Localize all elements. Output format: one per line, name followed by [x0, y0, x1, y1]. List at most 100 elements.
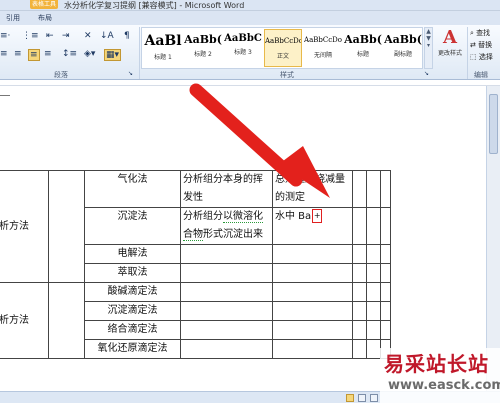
style-subtitle[interactable]: AaBb( 副标题 — [384, 29, 422, 67]
category-cell[interactable]: 析方法 — [0, 282, 49, 359]
table-cell[interactable] — [380, 207, 391, 245]
change-styles-button[interactable]: A 更改样式 — [435, 27, 465, 57]
note-cell[interactable] — [272, 263, 353, 283]
increase-indent-icon[interactable]: ⇥ — [62, 31, 70, 41]
principle-cell[interactable] — [180, 339, 273, 359]
table-cell[interactable] — [366, 263, 381, 283]
ribbon-tabs: 引用 布局 — [0, 11, 500, 25]
table-cell[interactable] — [380, 170, 391, 208]
table-cell[interactable] — [48, 170, 85, 283]
table-cell[interactable] — [366, 170, 381, 208]
note-cell[interactable]: 水中 Ba + — [272, 207, 353, 245]
method-cell[interactable]: 沉淀滴定法 — [84, 301, 181, 321]
show-marks-icon[interactable]: ¶ — [124, 31, 130, 41]
table-row: 析方法 酸碱滴定法 — [0, 282, 391, 359]
distributed-icon[interactable]: ≡ — [44, 49, 52, 59]
table-cell[interactable] — [352, 207, 367, 245]
note-cell[interactable] — [272, 282, 353, 302]
note-cell[interactable] — [272, 301, 353, 321]
watermark: 易采站长站 www.easck.com — [380, 348, 500, 403]
table-cell[interactable] — [48, 282, 85, 359]
table-cell[interactable] — [380, 301, 391, 321]
table-cell[interactable] — [352, 301, 367, 321]
table-cell[interactable] — [380, 244, 391, 264]
method-cell[interactable]: 电解法 — [84, 244, 181, 264]
sort-icon[interactable]: ↓A — [100, 31, 114, 41]
style-heading-3[interactable]: AaBbC 标题 3 — [224, 29, 262, 67]
table-cell[interactable] — [366, 207, 381, 245]
numbering-icon[interactable]: ⋮≡ — [22, 31, 39, 41]
print-layout-view-icon[interactable] — [346, 394, 354, 402]
select-icon: ⬚ — [470, 53, 477, 61]
method-cell[interactable]: 沉淀法 — [84, 207, 181, 245]
table-cell[interactable] — [352, 244, 367, 264]
principle-cell[interactable] — [180, 263, 273, 283]
principle-cell[interactable]: 分析组分本身的挥发性 — [180, 170, 273, 208]
method-cell[interactable]: 气化法 — [84, 170, 181, 208]
gallery-up-icon[interactable]: ▲ — [425, 28, 432, 35]
shading-icon[interactable]: ◈▾ — [84, 49, 95, 59]
method-cell[interactable]: 氧化还原滴定法 — [84, 339, 181, 359]
style-heading-2[interactable]: AaBb( 标题 2 — [184, 29, 222, 67]
note-cell[interactable] — [272, 244, 353, 264]
principle-cell[interactable] — [180, 301, 273, 321]
table-cell[interactable] — [352, 170, 367, 208]
table-cell[interactable] — [366, 301, 381, 321]
note-cell[interactable]: 总残渣灼烧减量的测定 — [272, 170, 353, 208]
tab-layout[interactable]: 布局 — [38, 13, 52, 23]
method-cell[interactable]: 酸碱滴定法 — [84, 282, 181, 302]
style-name: 副标题 — [393, 51, 412, 58]
table-cell[interactable] — [380, 282, 391, 302]
table-cell[interactable] — [366, 339, 381, 359]
category-cell[interactable]: 析方法 — [0, 170, 49, 283]
paragraph-dialog-launcher-icon[interactable]: ↘ — [128, 69, 133, 79]
gallery-down-icon[interactable]: ▼ — [425, 35, 432, 42]
full-screen-view-icon[interactable] — [358, 394, 366, 402]
select-button[interactable]: ⬚ 选择 — [470, 52, 493, 62]
table-cell[interactable] — [352, 320, 367, 340]
style-sample: AaBbC — [224, 33, 262, 44]
align-left-icon[interactable]: ≡ — [0, 49, 8, 59]
style-normal[interactable]: AaBbCcDo 正文 — [264, 29, 302, 67]
table-cell[interactable] — [352, 282, 367, 302]
style-name: 标题 1 — [154, 54, 172, 61]
bullets-icon[interactable]: ≡· — [0, 31, 10, 41]
table-cell[interactable] — [352, 263, 367, 283]
style-title[interactable]: AaBb( 标题 — [344, 29, 382, 67]
web-layout-view-icon[interactable] — [370, 394, 378, 402]
vertical-scrollbar[interactable] — [486, 86, 500, 391]
line-spacing-icon[interactable]: ↕≡ — [62, 49, 77, 59]
decrease-indent-icon[interactable]: ⇤ — [46, 31, 54, 41]
table-cell[interactable] — [380, 263, 391, 283]
note-text: 水中 Ba — [275, 211, 312, 222]
principle-cell[interactable] — [180, 320, 273, 340]
style-name: 无间隔 — [313, 52, 332, 59]
styles-dialog-launcher-icon[interactable]: ↘ — [424, 69, 429, 79]
align-center-icon[interactable]: ≡ — [14, 49, 22, 59]
table-cell[interactable] — [352, 339, 367, 359]
principle-cell[interactable] — [180, 282, 273, 302]
ribbon: ≡· ⋮≡ ⇤ ⇥ ✕ ↓A ¶ ≡ ≡ ≡ ≡ ↕≡ ◈▾ ▦▾ 段落 ↘ A… — [0, 25, 500, 80]
tab-references[interactable]: 引用 — [6, 13, 20, 23]
principle-cell[interactable]: 分析组分以微溶化合物形式沉淀出来 — [180, 207, 273, 245]
justify-icon[interactable]: ≡ — [28, 49, 40, 61]
method-cell[interactable]: 萃取法 — [84, 263, 181, 283]
principle-cell[interactable] — [180, 244, 273, 264]
method-cell[interactable]: 络合滴定法 — [84, 320, 181, 340]
table-tools-tab[interactable]: 表格工具 — [30, 0, 58, 9]
note-cell[interactable] — [272, 339, 353, 359]
find-button[interactable]: ⌕ 查找 — [470, 28, 490, 38]
gallery-scroll[interactable]: ▲ ▼ ▾ — [424, 27, 433, 69]
borders-icon[interactable]: ▦▾ — [104, 49, 122, 61]
table-cell[interactable] — [366, 320, 381, 340]
replace-button[interactable]: ⇄ 替换 — [470, 40, 492, 50]
note-cell[interactable] — [272, 320, 353, 340]
gallery-more-icon[interactable]: ▾ — [425, 42, 432, 49]
table-cell[interactable] — [380, 320, 391, 340]
style-no-spacing[interactable]: AaBbCcDo 无间隔 — [304, 29, 342, 67]
table-cell[interactable] — [366, 282, 381, 302]
chinese-layout-icon[interactable]: ✕ — [84, 31, 92, 41]
scroll-thumb[interactable] — [489, 94, 498, 154]
table-cell[interactable] — [366, 244, 381, 264]
style-heading-1[interactable]: AaBl 标题 1 — [144, 29, 182, 67]
